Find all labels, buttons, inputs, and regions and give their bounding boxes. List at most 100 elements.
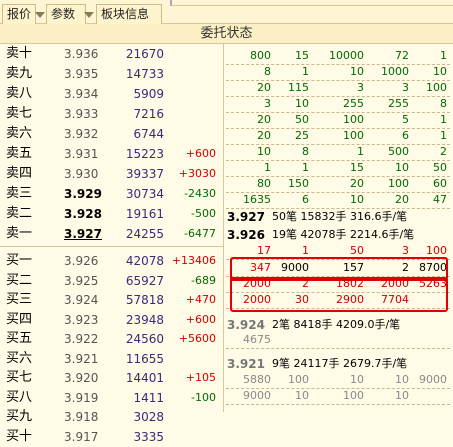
queue-order: 100 bbox=[426, 81, 447, 94]
tab-params[interactable]: 参数 bbox=[46, 4, 86, 24]
ask-row[interactable]: 卖六 3.932 6744 bbox=[0, 124, 223, 144]
queue-order: 10 bbox=[295, 97, 309, 110]
volume: 1411 bbox=[133, 390, 164, 405]
price: 3.923 bbox=[64, 312, 99, 327]
level-label: 卖九 bbox=[6, 66, 33, 81]
queue-row: 9000 10 100 10 bbox=[224, 388, 453, 404]
ask-row[interactable]: 卖四 3.930 39337 +3030 bbox=[0, 164, 223, 184]
queue-order: 1 bbox=[302, 161, 309, 174]
queue-order: 60 bbox=[433, 177, 447, 190]
queue-order: 47 bbox=[433, 193, 447, 206]
tab-sector-info[interactable]: 板块信息 bbox=[96, 4, 162, 24]
top-strip bbox=[170, 0, 453, 6]
queue-row: 20 50 100 5 1 bbox=[224, 112, 453, 128]
bid-row[interactable]: 买二 3.925 65927 -689 bbox=[0, 271, 223, 291]
price: 3.930 bbox=[64, 167, 99, 181]
ask-row[interactable]: 卖五 3.931 15223 +600 bbox=[0, 144, 223, 164]
price: 3.917 bbox=[64, 429, 99, 444]
level-label: 买六 bbox=[6, 350, 33, 366]
queue-row: 80 150 20 100 60 bbox=[224, 176, 453, 192]
queue-order: 1 bbox=[302, 65, 309, 78]
price: 3.925 bbox=[64, 273, 99, 288]
price: 3.929 bbox=[64, 187, 102, 201]
price: 3.932 bbox=[64, 127, 99, 141]
level-label: 卖三 bbox=[6, 186, 33, 201]
queue-row: 8 1 10 1000 10 bbox=[224, 64, 453, 80]
level-label: 买七 bbox=[6, 370, 33, 385]
tab-bar: 报价 参数 板块信息 bbox=[0, 0, 453, 24]
summary-price: 3.926 bbox=[227, 228, 265, 242]
volume: 39337 bbox=[125, 167, 164, 181]
level-label: 卖一 bbox=[6, 226, 33, 241]
level-label: 买八 bbox=[6, 389, 33, 405]
volume: 5909 bbox=[133, 87, 164, 101]
queue-summary: 3.926 19笔 42078手 2214.6手/笔 bbox=[224, 226, 453, 244]
volume: 6744 bbox=[133, 127, 164, 141]
bid-row[interactable]: 买八 3.919 1411 -100 bbox=[0, 388, 223, 408]
volume-change: -500 bbox=[191, 207, 216, 220]
queue-row: 1 1 15 10 50 bbox=[224, 160, 453, 176]
highlight-box bbox=[230, 277, 448, 312]
volume-change: +13406 bbox=[171, 254, 216, 267]
bid-row[interactable]: 买十 3.917 3335 bbox=[0, 427, 223, 447]
ask-row[interactable]: 卖三 3.929 30734 -2430 bbox=[0, 184, 223, 204]
ask-row[interactable]: 卖七 3.933 7216 bbox=[0, 104, 223, 124]
bid-row[interactable]: 买六 3.921 11655 bbox=[0, 349, 223, 369]
volume-change: +600 bbox=[185, 147, 216, 160]
queue-row: 4675 bbox=[224, 332, 453, 348]
price: 3.926 bbox=[64, 254, 99, 268]
bid-row[interactable]: 买一 3.926 42078 +13406 bbox=[0, 251, 223, 271]
volume-change: +600 bbox=[185, 312, 216, 326]
queue-order: 10 bbox=[433, 65, 447, 78]
row-divider bbox=[226, 348, 450, 349]
ask-row[interactable]: 卖九 3.935 14733 bbox=[0, 64, 223, 84]
chevron-down-icon[interactable] bbox=[84, 12, 94, 18]
price: 3.924 bbox=[64, 293, 99, 307]
price: 3.921 bbox=[64, 351, 99, 366]
queue-order: 8 bbox=[440, 97, 447, 110]
volume-change: +5600 bbox=[178, 332, 216, 345]
summary-stats: 9笔 24117手 2679.7手/笔 bbox=[272, 357, 408, 370]
queue-order: 115 bbox=[288, 81, 309, 94]
queue-row: 20 115 3 3 100 bbox=[224, 80, 453, 96]
queue-order: 25 bbox=[295, 129, 309, 142]
queue-order: 1 bbox=[440, 129, 447, 142]
level-label: 买十 bbox=[6, 428, 33, 444]
level-label: 卖四 bbox=[6, 166, 33, 181]
queue-row: 5880 100 10 10 9000 bbox=[224, 372, 453, 388]
volume: 65927 bbox=[125, 273, 164, 288]
summary-stats: 19笔 42078手 2214.6手/笔 bbox=[272, 228, 415, 241]
price: 3.936 bbox=[64, 47, 99, 61]
bid-row[interactable]: 买九 3.918 3028 bbox=[0, 407, 223, 427]
summary-price: 3.921 bbox=[227, 357, 265, 371]
tab-quote[interactable]: 报价 bbox=[2, 4, 36, 24]
queue-order: 10 bbox=[295, 389, 309, 402]
bid-row[interactable]: 买三 3.924 57818 +470 bbox=[0, 290, 223, 310]
queue-order: 10 bbox=[395, 389, 409, 402]
level-label: 卖二 bbox=[6, 206, 33, 221]
queue-order: 100 bbox=[288, 373, 309, 386]
bid-row[interactable]: 买四 3.923 23948 +600 bbox=[0, 310, 223, 330]
volume: 30734 bbox=[125, 187, 164, 201]
volume: 14401 bbox=[125, 371, 164, 385]
queue-row: 20 25 100 6 1 bbox=[224, 128, 453, 144]
order-book-window: 报价 参数 板块信息 委托状态 卖十 3.936 21670 卖九 3.935 14733… bbox=[0, 0, 453, 444]
bid-row[interactable]: 买七 3.920 14401 +105 bbox=[0, 368, 223, 388]
volume: 11655 bbox=[125, 351, 164, 366]
price: 3.931 bbox=[64, 147, 99, 161]
level-label: 买五 bbox=[6, 331, 33, 346]
queue-order: 50 bbox=[295, 113, 309, 126]
volume-change: +3030 bbox=[178, 167, 216, 180]
chevron-down-icon[interactable] bbox=[35, 12, 45, 18]
level-label: 卖六 bbox=[6, 126, 33, 141]
ask-row[interactable]: 卖十 3.936 21670 bbox=[0, 44, 223, 64]
ask-row[interactable]: 卖二 3.928 19161 -500 bbox=[0, 204, 223, 224]
level-label: 卖七 bbox=[6, 106, 33, 121]
queue-order: 6 bbox=[302, 193, 309, 206]
ask-row[interactable]: 卖一 3.927 24255 -6477 bbox=[0, 224, 223, 244]
volume-change: -689 bbox=[191, 273, 216, 287]
queue-order: 1 bbox=[440, 113, 447, 126]
bid-row[interactable]: 买五 3.922 24560 +5600 bbox=[0, 329, 223, 349]
ask-row[interactable]: 卖八 3.934 5909 bbox=[0, 84, 223, 104]
volume: 14733 bbox=[125, 67, 164, 81]
